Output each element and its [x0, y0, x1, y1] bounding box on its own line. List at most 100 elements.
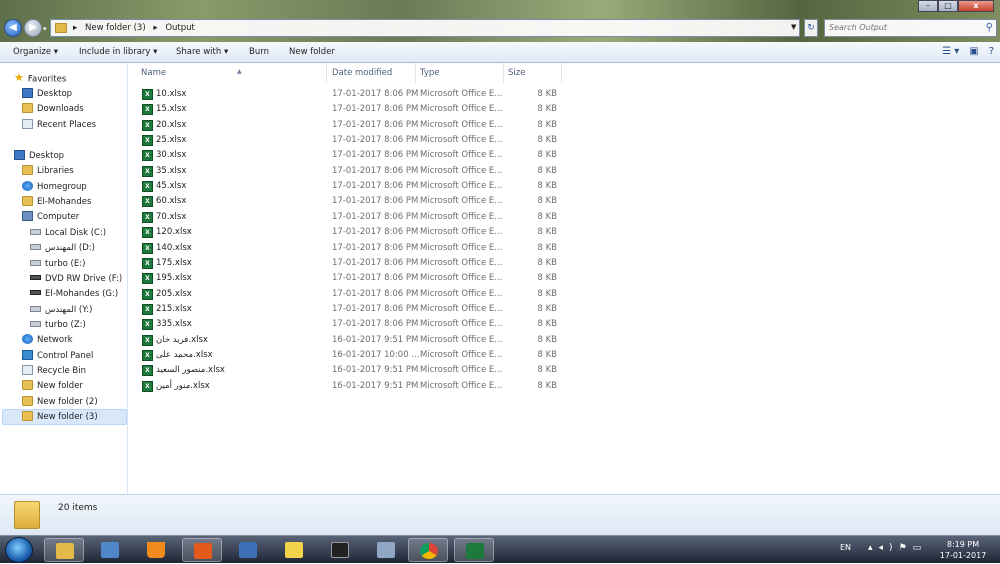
burn-button[interactable]: Burn [249, 47, 269, 57]
column-header-type[interactable]: Type [416, 63, 504, 83]
nav-drive-d[interactable]: المهندس (D:) [30, 241, 95, 255]
nav-drive-e[interactable]: turbo (E:) [30, 257, 85, 271]
start-button[interactable] [5, 537, 33, 563]
file-row[interactable]: X 45.xlsx 17-01-2017 8:06 PM Microsoft Offi… [129, 179, 569, 194]
nav-recent-places[interactable]: Recent Places [22, 118, 96, 132]
file-row[interactable]: X 20.xlsx 17-01-2017 8:06 PM Microsoft Offi… [129, 118, 569, 133]
flag-icon[interactable]: ⚑ [899, 543, 913, 553]
nav-desktop[interactable]: Desktop [14, 149, 64, 163]
taskbar-excel[interactable] [454, 538, 494, 562]
nav-label: Downloads [37, 104, 84, 114]
nav-control-panel[interactable]: Control Panel [22, 349, 93, 363]
file-type: Microsoft Office E... [420, 303, 503, 314]
file-row[interactable]: X 205.xlsx 17-01-2017 8:06 PM Microsoft Off… [129, 287, 569, 302]
taskbar-calculator[interactable] [366, 538, 406, 562]
search-input[interactable] [829, 23, 979, 32]
file-row[interactable]: X منور أمين.xlsx 16-01-2017 9:51 PM Microso… [129, 379, 569, 394]
file-row[interactable]: X 335.xlsx 17-01-2017 8:06 PM Microsoft Off… [129, 317, 569, 332]
taskbar-app-5[interactable] [228, 538, 268, 562]
file-row[interactable]: X 175.xlsx 17-01-2017 8:06 PM Microsoft Off… [129, 256, 569, 271]
column-header-name[interactable]: Name ▲ [137, 63, 327, 83]
nav-network[interactable]: Network [22, 333, 73, 347]
file-row[interactable]: X 35.xlsx 17-01-2017 8:06 PM Microsoft Offi… [129, 164, 569, 179]
libraries-icon [22, 164, 33, 175]
network-status-icon[interactable]: ▭ [913, 543, 928, 553]
file-row[interactable]: X فريد خان.xlsx 16-01-2017 9:51 PM Microsof… [129, 333, 569, 348]
nav-downloads[interactable]: Downloads [22, 102, 84, 116]
close-button[interactable]: x [958, 0, 994, 12]
file-row[interactable]: X 215.xlsx 17-01-2017 8:06 PM Microsoft Off… [129, 302, 569, 317]
breadcrumb-item[interactable]: Output [165, 23, 195, 33]
file-type: Microsoft Office E... [420, 89, 503, 99]
share-with-button[interactable]: Share with ▾ [176, 47, 228, 57]
show-hidden-icons-icon[interactable]: ▴ [868, 543, 879, 553]
breadcrumb: ▸ New folder (3) ▸ Output [73, 23, 200, 33]
file-row[interactable]: X محمد على.xlsx 16-01-2017 10:00 ... Micros… [129, 348, 569, 363]
calendar-app-icon [331, 542, 349, 558]
file-row[interactable]: X 140.xlsx 17-01-2017 8:06 PM Microsoft Off… [129, 241, 569, 256]
file-size: 8 KB [537, 288, 557, 299]
excel-file-icon: X [142, 211, 153, 223]
file-size: 8 KB [537, 257, 557, 268]
file-row[interactable]: X منصور السعيد.xlsx 16-01-2017 9:51 PM Micr… [129, 363, 569, 378]
column-header-date[interactable]: Date modified [328, 63, 416, 83]
nav-local-disk-c[interactable]: Local Disk (C:) [30, 226, 106, 240]
file-row[interactable]: X 120.xlsx 17-01-2017 8:06 PM Microsoft Off… [129, 225, 569, 240]
file-date: 16-01-2017 9:51 PM [332, 380, 419, 391]
change-view-icon[interactable]: ☰ ▾ [942, 46, 959, 57]
removable-drive-icon [30, 290, 41, 295]
file-row[interactable]: X 30.xlsx 17-01-2017 8:06 PM Microsoft Offi… [129, 148, 569, 163]
taskbar-app-2[interactable] [90, 538, 130, 562]
file-row[interactable]: X 195.xlsx 17-01-2017 8:06 PM Microsoft Off… [129, 271, 569, 286]
taskbar-app-6[interactable] [274, 538, 314, 562]
nav-libraries[interactable]: Libraries [22, 164, 74, 178]
recent-pages-dropdown-icon[interactable]: ▾ [43, 25, 47, 33]
minimize-button[interactable]: – [918, 0, 938, 12]
language-indicator[interactable]: EN [840, 543, 851, 552]
nav-drive-z[interactable]: turbo (Z:) [30, 318, 86, 332]
nav-dvd-drive[interactable]: DVD RW Drive (F:) [30, 272, 122, 286]
nav-new-folder-2[interactable]: New folder (2) [22, 395, 98, 409]
breadcrumb-item[interactable]: New folder (3) [85, 23, 146, 33]
search-icon[interactable]: ⚲ [986, 22, 993, 33]
nav-new-folder-3[interactable]: New folder (3) [22, 410, 98, 424]
taskbar-chrome[interactable] [408, 538, 448, 562]
address-dropdown-icon[interactable]: ▼ [791, 23, 796, 31]
forward-button[interactable]: ▶ [24, 19, 42, 37]
refresh-button[interactable]: ↻ [804, 19, 818, 37]
help-icon[interactable]: ? [989, 46, 994, 57]
nav-el-mohandes[interactable]: El-Mohandes [22, 195, 91, 209]
file-name: 15.xlsx [156, 104, 187, 115]
nav-drive-g[interactable]: El-Mohandes (G:) [30, 287, 118, 301]
nav-new-folder[interactable]: New folder [22, 379, 83, 393]
volume-icon[interactable]: ◂) [879, 543, 899, 553]
file-row[interactable]: X 60.xlsx 17-01-2017 8:06 PM Microsoft Offi… [129, 194, 569, 209]
column-header-size[interactable]: Size [504, 63, 562, 83]
nav-computer[interactable]: Computer [22, 210, 79, 224]
search-box[interactable]: ⚲ [824, 19, 997, 37]
file-name: 30.xlsx [156, 150, 187, 161]
taskbar-app-7[interactable] [320, 538, 360, 562]
nav-desktop-favorite[interactable]: Desktop [22, 87, 72, 101]
nav-homegroup[interactable]: Homegroup [22, 180, 87, 194]
new-folder-button[interactable]: New folder [289, 47, 335, 57]
file-size: 8 KB [537, 273, 557, 284]
address-bar[interactable]: ▸ New folder (3) ▸ Output ▼ [50, 19, 800, 37]
nav-drive-y[interactable]: المهندس (Y:) [30, 303, 92, 317]
file-row[interactable]: X 70.xlsx 17-01-2017 8:06 PM Microsoft Offi… [129, 210, 569, 225]
back-button[interactable]: ◀ [4, 19, 22, 37]
nav-favorites[interactable]: ★ Favorites [14, 71, 66, 86]
clock[interactable]: 8:19 PM 17-01-2017 [938, 539, 988, 561]
file-row[interactable]: X 25.xlsx 17-01-2017 8:06 PM Microsoft Offi… [129, 133, 569, 148]
organize-button[interactable]: Organize ▾ [13, 47, 58, 57]
preview-pane-icon[interactable]: ▣ [969, 46, 978, 57]
taskbar-explorer[interactable] [44, 538, 84, 562]
nav-recycle-bin[interactable]: Recycle Bin [22, 364, 86, 378]
include-in-library-button[interactable]: Include in library ▾ [79, 47, 157, 57]
file-row[interactable]: X 15.xlsx 17-01-2017 8:06 PM Microsoft Offi… [129, 102, 569, 117]
maximize-button[interactable]: □ [938, 0, 958, 12]
taskbar-media-player[interactable] [182, 538, 222, 562]
file-row[interactable]: X 10.xlsx 17-01-2017 8:06 PM Microsoft Offi… [129, 87, 569, 102]
file-type: Microsoft Office E... [420, 273, 503, 284]
taskbar-vlc[interactable] [136, 538, 176, 562]
